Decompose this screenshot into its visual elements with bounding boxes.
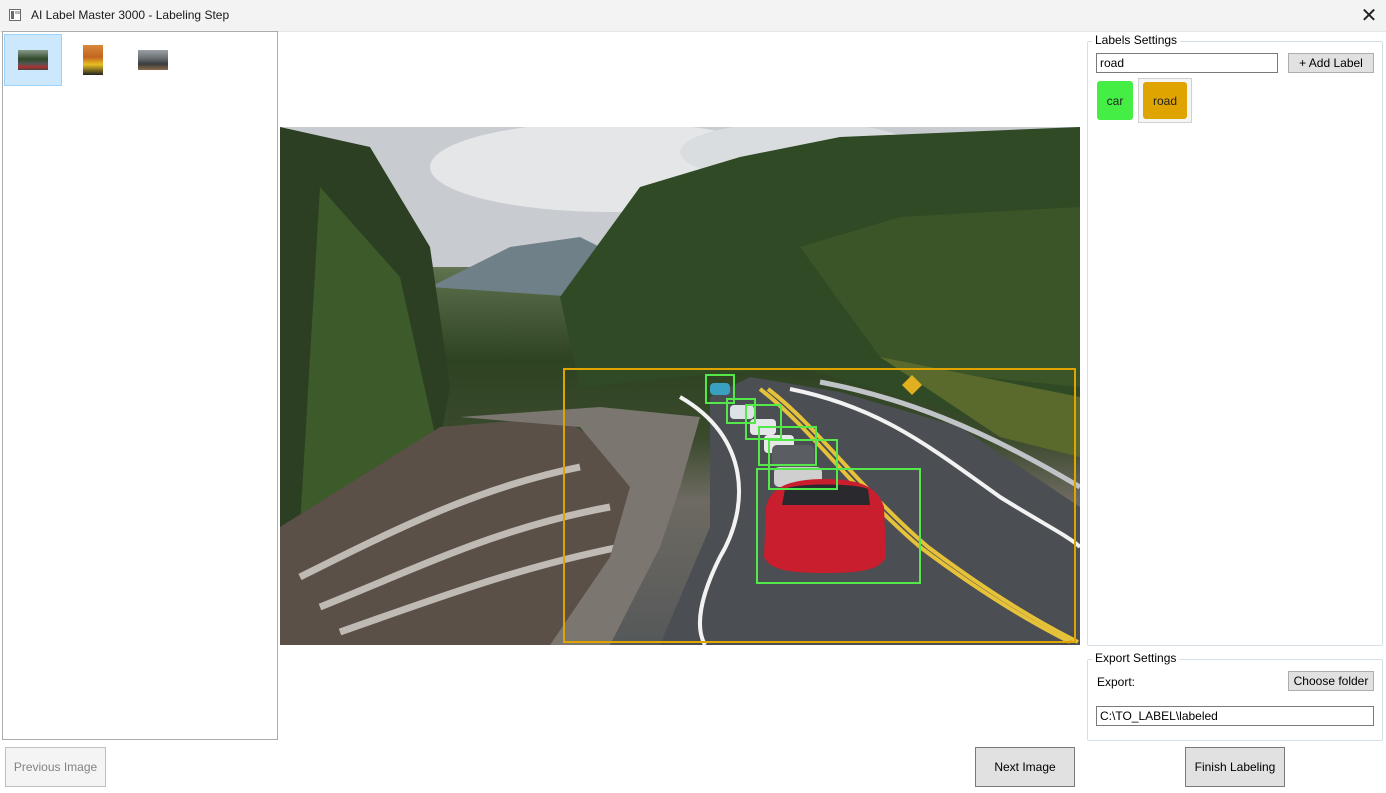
label-chip-car-text: car	[1097, 81, 1133, 120]
thumbnail-orange-image	[83, 45, 103, 75]
export-label: Export:	[1097, 675, 1136, 689]
label-chip-car[interactable]: car	[1095, 79, 1135, 122]
bbox-car-6[interactable]	[756, 468, 921, 584]
labels-settings-title: Labels Settings	[1092, 33, 1181, 47]
thumbnail-list	[2, 31, 278, 740]
app-window-icon	[9, 9, 21, 21]
thumbnail-street-image	[138, 50, 168, 70]
label-chip-road-text: road	[1143, 82, 1187, 119]
thumbnail-road-car-image	[18, 50, 48, 70]
close-icon[interactable]: ✕	[1352, 0, 1386, 31]
labeling-image[interactable]	[280, 127, 1080, 645]
finish-labeling-button[interactable]: Finish Labeling	[1185, 747, 1285, 787]
export-settings-title: Export Settings	[1092, 651, 1180, 665]
next-image-button[interactable]: Next Image	[975, 747, 1075, 787]
thumbnail-street[interactable]	[124, 34, 182, 86]
export-path-field[interactable]	[1096, 706, 1374, 726]
thumbnail-orange[interactable]	[64, 34, 122, 86]
label-name-input[interactable]	[1096, 53, 1278, 73]
window-title: AI Label Master 3000 - Labeling Step	[31, 8, 230, 22]
add-label-button[interactable]: + Add Label	[1288, 53, 1374, 73]
label-chip-road[interactable]: road	[1138, 78, 1192, 123]
labels-settings-group: Labels Settings	[1087, 33, 1383, 646]
title-bar: AI Label Master 3000 - Labeling Step ✕	[0, 0, 1386, 32]
choose-folder-button[interactable]: Choose folder	[1288, 671, 1374, 691]
previous-image-button[interactable]: Previous Image	[5, 747, 106, 787]
thumbnail-road-car[interactable]	[4, 34, 62, 86]
